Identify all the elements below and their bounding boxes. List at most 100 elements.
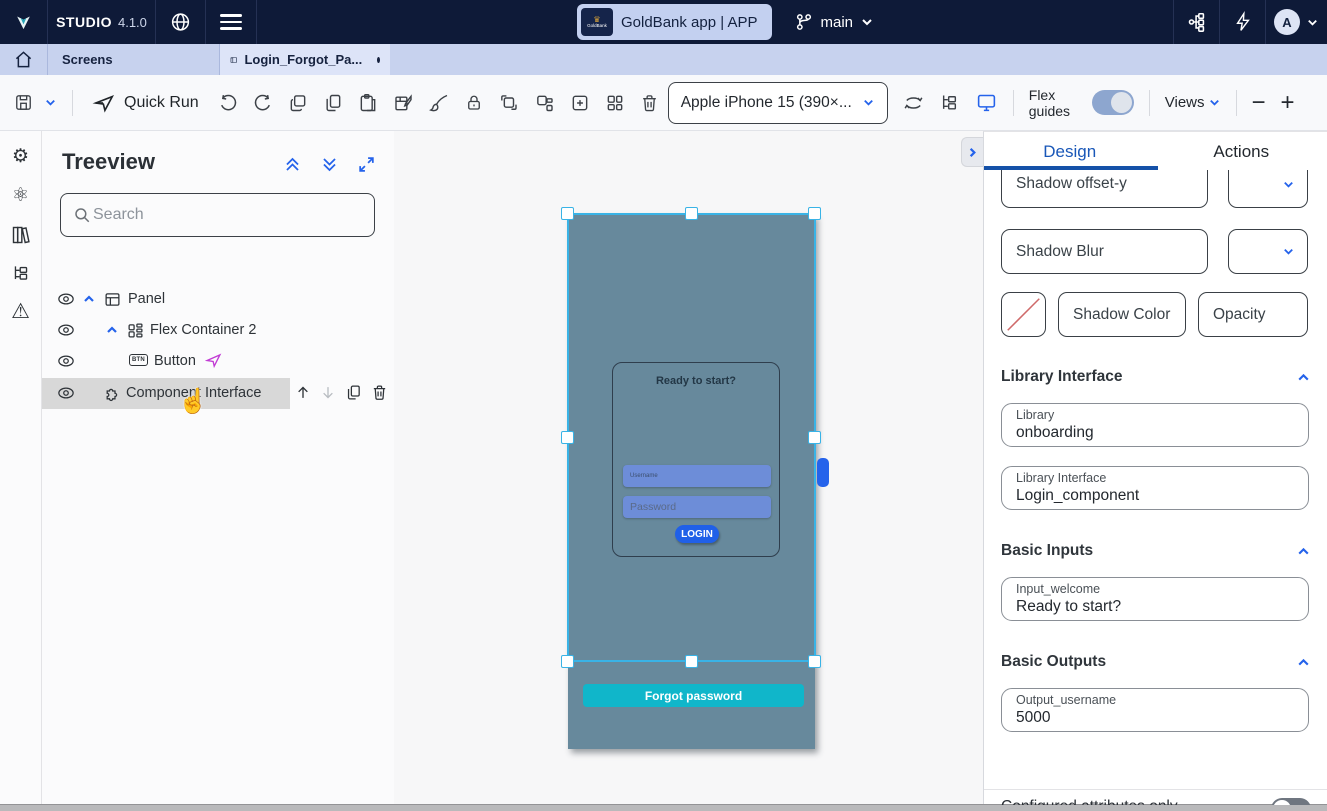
footer-divider	[984, 789, 1327, 790]
warnings-rail-button[interactable]: ⚠	[11, 302, 30, 322]
collapse-all-button[interactable]	[283, 155, 302, 174]
design-canvas[interactable]: Ready to start? Username Password LOGIN …	[394, 131, 983, 804]
resize-handle[interactable]	[808, 655, 821, 668]
resize-handle[interactable]	[561, 431, 574, 444]
password-input[interactable]: Password	[623, 496, 771, 518]
username-input[interactable]: Username	[623, 465, 771, 487]
basic-inputs-section-header[interactable]: Basic Inputs	[1001, 542, 1311, 560]
visibility-eye-icon[interactable]	[56, 352, 76, 370]
expand-all-button[interactable]	[320, 155, 339, 174]
tab-design[interactable]: Design	[984, 137, 1156, 169]
ungroup-button[interactable]	[534, 93, 555, 113]
expand-panel-button[interactable]	[357, 155, 376, 174]
run-icon	[92, 92, 116, 114]
save-options-button[interactable]	[44, 96, 57, 109]
copy-node-button[interactable]	[345, 383, 362, 402]
chevron-down-icon	[860, 15, 874, 29]
duplicate-icon	[288, 93, 308, 113]
style-brush-button[interactable]	[429, 93, 450, 113]
visibility-eye-icon[interactable]	[56, 290, 76, 308]
configured-attributes-toggle[interactable]	[1271, 798, 1311, 805]
app-logo-badge: ♛ GoldBank	[581, 8, 613, 36]
output-username-field[interactable]: Output_username 5000	[1001, 688, 1309, 732]
components-rail-button[interactable]: ⚛	[12, 186, 29, 206]
chevron-up-icon	[1296, 655, 1311, 670]
phone-screen[interactable]: Ready to start? Username Password LOGIN …	[568, 214, 815, 749]
resize-handle[interactable]	[561, 207, 574, 220]
zoom-in-button[interactable]: +	[1281, 89, 1295, 117]
resize-handle[interactable]	[808, 431, 821, 444]
views-menu[interactable]: Views	[1165, 94, 1221, 111]
preview-monitor-button[interactable]	[975, 92, 998, 113]
tree-row-button[interactable]: BTN Button	[42, 346, 394, 377]
lock-button[interactable]	[465, 93, 483, 113]
shadow-color-field[interactable]: Shadow Color	[1058, 292, 1186, 337]
layout-grid-button[interactable]	[605, 93, 625, 113]
account-menu[interactable]: A	[1265, 0, 1327, 44]
input-welcome-field[interactable]: Input_welcome Ready to start?	[1001, 577, 1309, 621]
library-interface-section-header[interactable]: Library Interface	[1001, 368, 1311, 386]
visibility-eye-icon[interactable]	[56, 384, 76, 402]
treeview-rail-button[interactable]	[11, 264, 31, 283]
collapse-chevron-icon[interactable]	[105, 323, 119, 337]
main-menu-button[interactable]	[206, 0, 257, 44]
zoom-out-button[interactable]: −	[1252, 89, 1266, 117]
opacity-field[interactable]: Opacity	[1198, 292, 1308, 337]
redo-button[interactable]	[253, 93, 273, 113]
tree-search-input[interactable]	[60, 193, 375, 237]
library-field[interactable]: Library onboarding	[1001, 403, 1309, 447]
theme-button[interactable]	[393, 93, 414, 113]
tree-row-panel[interactable]: Panel	[42, 284, 394, 315]
shadow-blur-unit-select[interactable]	[1228, 229, 1308, 274]
paste-button[interactable]	[358, 93, 378, 113]
delete-button[interactable]	[640, 93, 659, 113]
resize-handle[interactable]	[685, 207, 698, 220]
shadow-blur-field[interactable]: Shadow Blur	[1001, 229, 1208, 274]
inspector-collapse-button[interactable]	[961, 137, 983, 167]
tree-row-flex-container[interactable]: Flex Container 2	[42, 315, 394, 346]
copy-icon	[323, 93, 343, 113]
settings-rail-button[interactable]: ⚙	[12, 147, 29, 167]
device-selector[interactable]: Apple iPhone 15 (390×...	[668, 82, 888, 124]
duplicate-button[interactable]	[288, 93, 308, 113]
tab-actions[interactable]: Actions	[1156, 137, 1327, 169]
shadow-offset-y-field[interactable]: Shadow offset-y	[1001, 170, 1208, 208]
tab-active-screen[interactable]: Login_Forgot_Pa...	[220, 44, 390, 75]
quick-run-button[interactable]: Quick Run	[92, 92, 199, 114]
library-rail-button[interactable]	[11, 225, 31, 245]
save-button[interactable]	[14, 93, 33, 112]
move-down-button[interactable]	[320, 383, 336, 402]
add-frame-button[interactable]	[570, 93, 590, 113]
tree-row-component-interface[interactable]: Component Interface	[42, 378, 394, 409]
app-selector[interactable]: ♛ GoldBank GoldBank app | APP	[577, 4, 772, 40]
delete-node-button[interactable]	[371, 383, 388, 402]
undo-button[interactable]	[218, 93, 238, 113]
shadow-color-swatch[interactable]	[1001, 292, 1046, 337]
tab-screens[interactable]: Screens	[48, 44, 220, 75]
orchestration-button[interactable]	[1173, 0, 1219, 44]
drag-grip[interactable]	[817, 458, 829, 487]
visibility-eye-icon[interactable]	[56, 321, 76, 339]
library-interface-field[interactable]: Library Interface Login_component	[1001, 466, 1309, 510]
copy-button[interactable]	[323, 93, 343, 113]
orientation-button[interactable]	[903, 93, 924, 113]
home-button[interactable]	[0, 44, 48, 75]
basic-outputs-section-header[interactable]: Basic Outputs	[1001, 653, 1311, 671]
login-button[interactable]: LOGIN	[675, 525, 719, 543]
login-panel[interactable]: Ready to start? Username Password LOGIN	[612, 362, 780, 557]
flex-guides-toggle[interactable]	[1092, 90, 1134, 115]
globe-button[interactable]	[156, 0, 206, 44]
resize-handle[interactable]	[561, 655, 574, 668]
horizontal-scrollbar[interactable]	[0, 804, 1327, 811]
resize-handle[interactable]	[685, 655, 698, 668]
tree-structure-button[interactable]	[939, 93, 960, 113]
studio-logo[interactable]	[0, 0, 48, 44]
move-up-button[interactable]	[295, 383, 311, 402]
shadow-offset-y-unit-select[interactable]	[1228, 170, 1308, 208]
quick-actions-button[interactable]	[1219, 0, 1265, 44]
group-button[interactable]	[498, 93, 519, 113]
branch-selector[interactable]: main	[794, 12, 875, 32]
resize-handle[interactable]	[808, 207, 821, 220]
collapse-chevron-icon[interactable]	[82, 292, 96, 306]
forgot-password-button[interactable]: Forgot password	[583, 684, 804, 707]
